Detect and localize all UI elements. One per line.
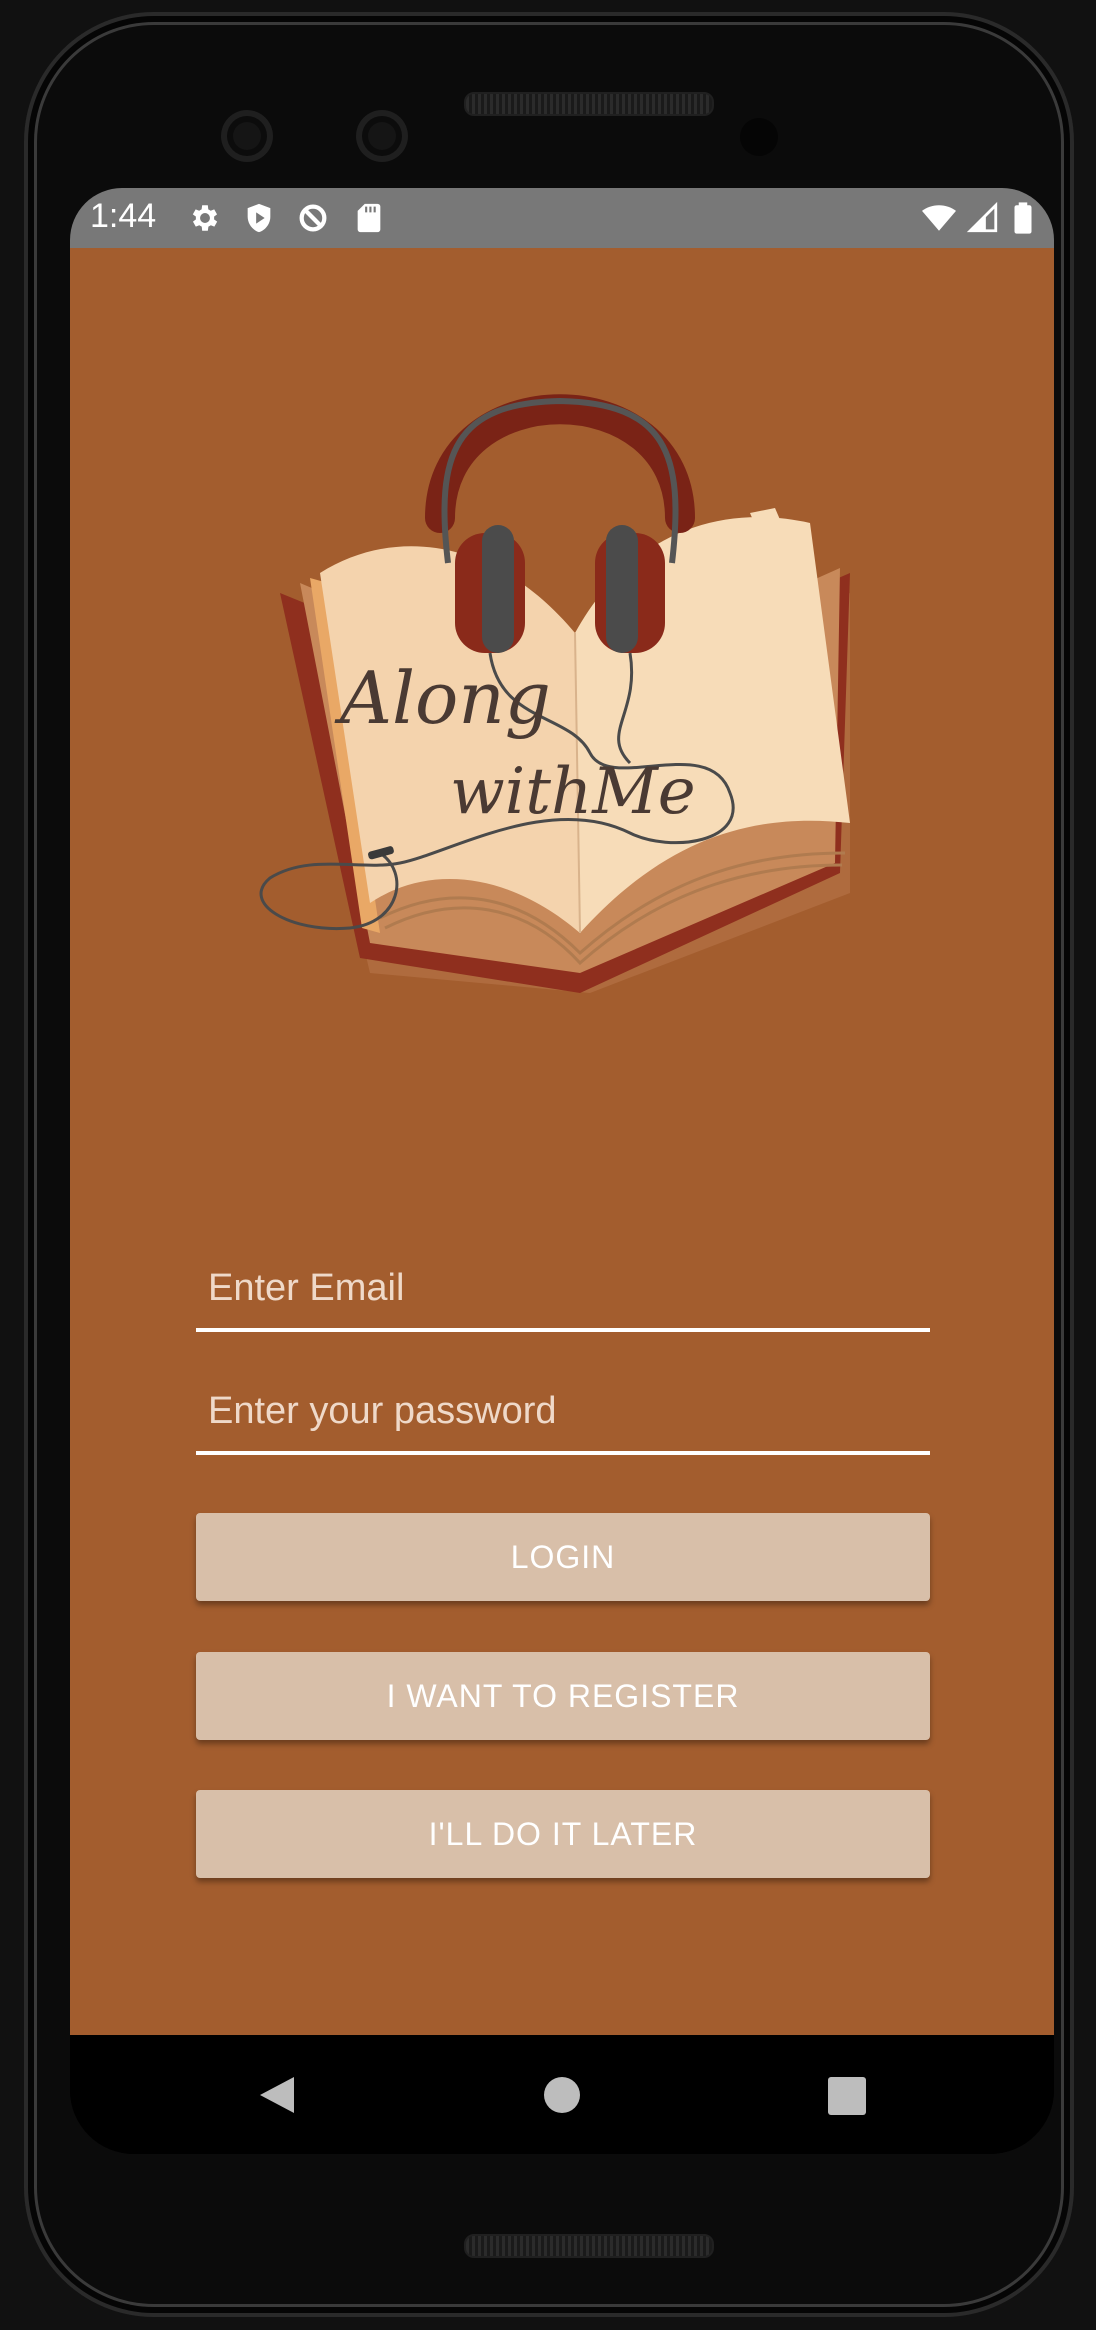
front-camera (221, 110, 273, 162)
logo-text-along: Along (334, 656, 551, 740)
sync-icon (299, 204, 327, 232)
bottom-speaker (464, 2234, 714, 2258)
earpiece-speaker (464, 92, 714, 116)
proximity-sensor (740, 118, 778, 156)
password-field[interactable] (196, 1371, 930, 1455)
wifi-icon (922, 205, 956, 231)
skip-later-button[interactable]: I'LL DO IT LATER (196, 1790, 930, 1878)
email-input[interactable] (196, 1248, 930, 1328)
front-sensor (356, 110, 408, 162)
sd-card-icon (357, 203, 381, 233)
phone-screen: 1:44 Along withMe Enter Email LOGIN I WA… (70, 188, 1054, 2154)
login-button[interactable]: LOGIN (196, 1513, 930, 1601)
status-bar: 1:44 (70, 188, 1054, 248)
password-input[interactable] (196, 1371, 930, 1451)
headphones-book-icon: Along withMe (259, 394, 850, 993)
shield-icon (247, 203, 271, 233)
battery-icon (1014, 202, 1032, 234)
cell-signal-icon (966, 201, 998, 233)
logo-text-withme: withMe (450, 755, 696, 829)
recents-icon[interactable] (828, 2077, 866, 2115)
login-screen: Along withMe LOGIN I WANT TO REGISTER I'… (70, 248, 1054, 2035)
home-icon[interactable] (544, 2077, 580, 2113)
status-time: 1:44 (90, 197, 157, 235)
email-field[interactable] (196, 1248, 930, 1332)
settings-gear-icon (192, 205, 218, 231)
navigation-bar (70, 2035, 1054, 2154)
register-button[interactable]: I WANT TO REGISTER (196, 1652, 930, 1740)
back-icon[interactable] (258, 2075, 296, 2115)
